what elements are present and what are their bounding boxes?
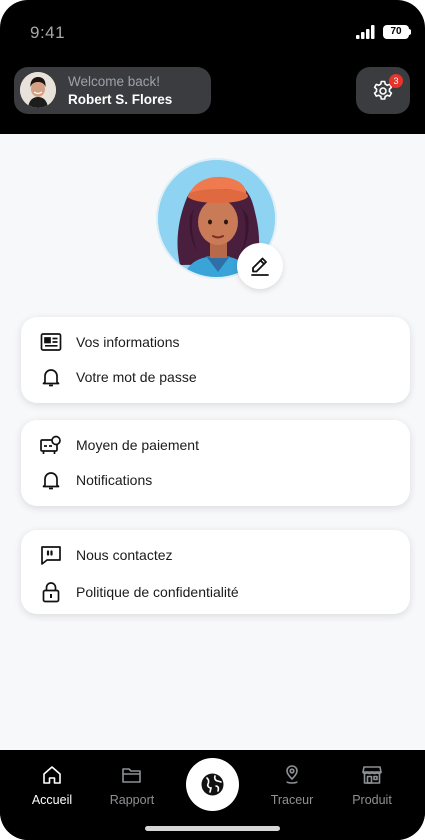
payment-menu-card: Moyen de paiement Notifications (21, 420, 410, 506)
signal-icon (356, 25, 375, 39)
nav-home[interactable]: Accueil (12, 764, 92, 814)
notification-badge: 3 (389, 74, 403, 88)
edit-avatar-button[interactable] (237, 243, 283, 289)
pencil-icon (251, 257, 269, 276)
battery-tip (409, 29, 411, 35)
nav-tracker[interactable]: Traceur (252, 764, 332, 814)
settings-button[interactable] (356, 67, 410, 114)
account-menu-card: Vos informations Votre mot de passe (21, 317, 410, 403)
home-indicator (145, 826, 280, 831)
lock-icon (42, 582, 60, 603)
payment-icon (40, 435, 61, 454)
menu-item-label: Nous contactez (76, 547, 173, 563)
nav-globe-button[interactable] (186, 758, 239, 811)
welcome-text: Welcome back! (68, 74, 161, 89)
nav-product-label: Produit (352, 793, 392, 807)
menu-item-label: Politique de confidentialité (76, 584, 239, 600)
username: Robert S. Flores (68, 92, 173, 107)
menu-item-label: Votre mot de passe (76, 369, 197, 385)
profile-content: Vos informations Votre mot de passe Moye… (0, 134, 425, 750)
battery-icon: 70 (383, 25, 409, 39)
user-greeting-pill[interactable]: Welcome back! Robert S. Flores (14, 67, 211, 114)
menu-item-label: Vos informations (76, 334, 180, 350)
id-card-icon (40, 333, 62, 351)
menu-item-password[interactable]: Votre mot de passe (21, 362, 410, 392)
quote-chat-icon (41, 546, 61, 565)
status-bar: 9:41 70 (0, 0, 425, 62)
nav-report[interactable]: Rapport (92, 764, 172, 814)
nav-tracker-label: Traceur (270, 793, 314, 807)
avatar (20, 72, 56, 108)
menu-item-notifications[interactable]: Notifications (21, 465, 410, 495)
menu-item-contact[interactable]: Nous contactez (21, 540, 410, 570)
nav-product[interactable]: Produit (332, 764, 412, 814)
globe-icon (201, 773, 224, 796)
menu-item-label: Moyen de paiement (76, 437, 199, 453)
menu-item-informations[interactable]: Vos informations (21, 327, 410, 357)
support-menu-card: Nous contactez Politique de confidential… (21, 530, 410, 614)
location-pin-icon (286, 765, 298, 784)
folder-icon (122, 768, 141, 783)
status-time: 9:41 (30, 23, 66, 42)
menu-item-payment[interactable]: Moyen de paiement (21, 430, 410, 460)
bell-icon (42, 472, 60, 490)
phone-screen: 9:41 70 Welcome back! Robert S. Flores 3… (0, 0, 425, 840)
menu-item-label: Notifications (76, 472, 153, 488)
store-icon (362, 766, 382, 784)
nav-home-label: Accueil (31, 793, 73, 807)
nav-report-label: Rapport (109, 793, 155, 807)
menu-item-privacy[interactable]: Politique de confidentialité (21, 577, 410, 607)
home-icon (43, 766, 61, 784)
bell-icon (42, 369, 60, 387)
